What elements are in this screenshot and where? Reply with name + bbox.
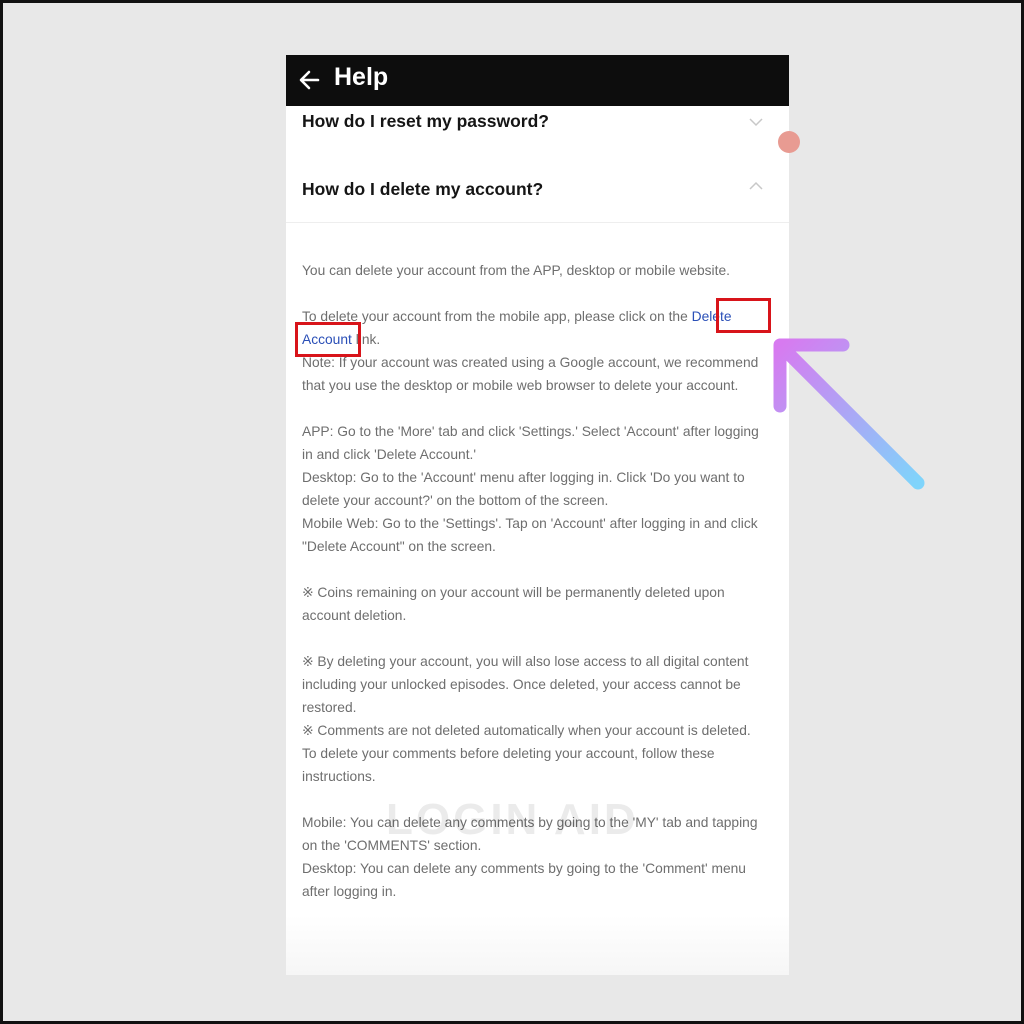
answer-link-paragraph: To delete your account from the mobile a… [302,309,732,347]
answer-app-steps: APP: Go to the 'More' tab and click 'Set… [302,424,759,462]
faq-question: How do I delete my account? [302,179,544,199]
screenshot-frame: Help How do I reset my password? How do … [0,0,1024,1024]
answer-comments-note: ※ Comments are not deleted automatically… [302,723,751,784]
answer-note: Note: If your account was created using … [302,355,759,393]
page-title: Help [334,63,389,91]
bottom-fade [286,915,789,975]
help-screen: Help How do I reset my password? How do … [286,55,789,975]
answer-intro: You can delete your account from the APP… [302,263,730,278]
arrow-left-icon [299,70,320,90]
floating-dot [778,131,800,153]
faq-item-delete-account[interactable]: How do I delete my account? [286,173,789,223]
answer-desktop-comments: Desktop: You can delete any comments by … [302,861,746,899]
answer-desktop-steps: Desktop: Go to the 'Account' menu after … [302,470,745,508]
chevron-down-icon [749,118,763,127]
pointer-arrow-icon [773,338,925,490]
app-header: Help [286,55,789,106]
chevron-up-icon [749,181,763,190]
watermark: LOGIN AID [386,795,639,844]
highlight-box-account [295,322,361,357]
faq-question: How do I reset my password? [302,111,549,131]
answer-access-note: ※ By deleting your account, you will als… [302,654,749,715]
answer-coins-note: ※ Coins remaining on your account will b… [302,585,725,623]
faq-item-reset-password[interactable]: How do I reset my password? [286,106,789,166]
divider [286,222,789,223]
answer-mobile-web-steps: Mobile Web: Go to the 'Settings'. Tap on… [302,516,758,554]
back-button[interactable] [296,61,328,97]
